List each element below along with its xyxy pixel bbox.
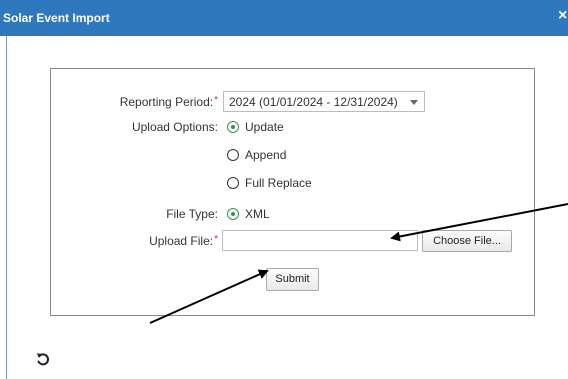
upload-option-update-label[interactable]: Update [245, 120, 284, 134]
close-icon[interactable]: × [558, 8, 567, 24]
upload-option-append-radio[interactable] [227, 149, 239, 161]
reporting-period-select[interactable]: 2024 (01/01/2024 - 12/31/2024) [223, 91, 425, 112]
upload-option-full-replace-radio[interactable] [227, 177, 239, 189]
upload-file-label: Upload File:* [149, 234, 218, 248]
upload-options-label: Upload Options: [131, 120, 218, 134]
upload-option-update-radio[interactable] [227, 121, 239, 133]
reporting-period-value: 2024 (01/01/2024 - 12/31/2024) [229, 95, 398, 109]
choose-file-button[interactable]: Choose File... [422, 230, 512, 252]
file-type-xml-radio[interactable] [227, 208, 239, 220]
submit-button[interactable]: Submit [266, 268, 319, 291]
upload-option-full-replace-label[interactable]: Full Replace [245, 176, 312, 190]
required-marker: * [214, 234, 218, 245]
dialog-left-border [6, 36, 7, 379]
solar-event-import-dialog: Solar Event Import × Reporting Period:* … [0, 0, 568, 379]
upload-option-append-label[interactable]: Append [245, 148, 286, 162]
chevron-down-icon [410, 100, 418, 105]
undo-icon[interactable] [35, 351, 51, 367]
upload-file-path-field[interactable] [222, 230, 418, 251]
required-marker: * [214, 95, 218, 106]
file-type-label: File Type: [166, 207, 218, 221]
dialog-title: Solar Event Import [3, 11, 110, 25]
file-type-xml-label[interactable]: XML [245, 207, 270, 221]
reporting-period-label: Reporting Period:* [119, 95, 218, 109]
dialog-titlebar: Solar Event Import × [0, 0, 568, 36]
